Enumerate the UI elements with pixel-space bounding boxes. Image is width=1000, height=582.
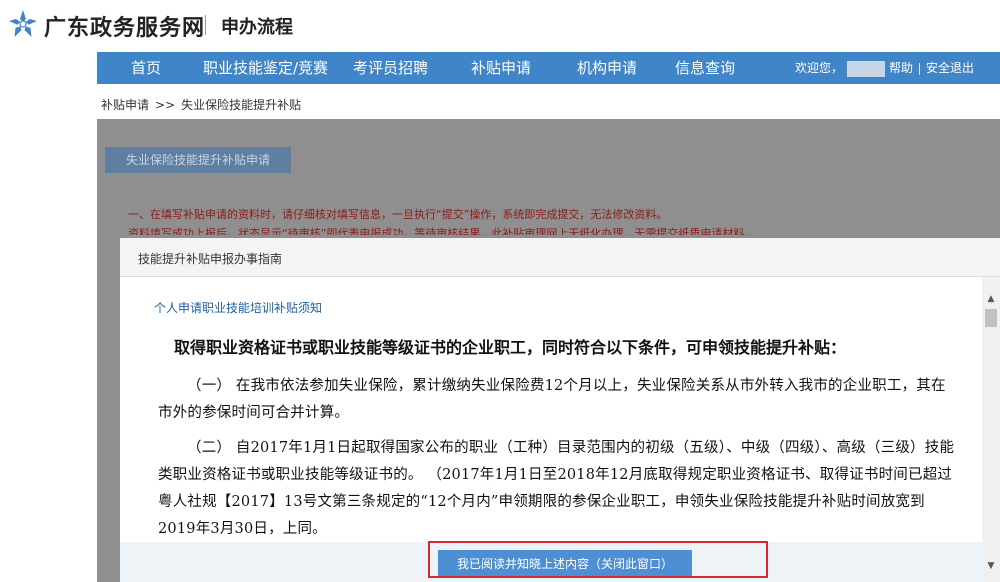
guide-lead-paragraph: 取得职业资格证书或职业技能等级证书的企业职工，同时符合以下条件，可申领技能提升补… — [174, 338, 847, 357]
nav-separator — [919, 62, 921, 75]
dialog-scrollbar[interactable]: ▲ ▼ — [982, 277, 1000, 582]
page-subtitle: 申办流程 — [221, 17, 293, 38]
breadcrumb-separator: >> — [155, 98, 176, 112]
guide-dialog: 技能提升补贴申报办事指南 个人申请职业技能培训补贴须知 取得职业资格证书或职业技… — [120, 238, 1000, 582]
welcome-text: 欢迎您， — [795, 61, 844, 75]
username-redacted — [847, 60, 886, 77]
guide-condition-2: （二） 自2017年1月1日起取得国家公布的职业（工种）目录范围内的初级（五级）… — [158, 440, 955, 537]
guide-condition-1: （一） 在我市依法参加失业保险，累计缴纳失业保险费12个月以上，失业保险关系从市… — [158, 378, 946, 421]
main-nav: 首页 职业技能鉴定/竞赛 考评员招聘 补贴申请 机构申请 信息查询 欢迎您， 帮助… — [97, 52, 1000, 84]
nav-item-skill-appraisal[interactable]: 职业技能鉴定/竞赛 — [203, 52, 328, 84]
nav-item-subsidy-apply[interactable]: 补贴申请 — [471, 52, 531, 84]
dialog-body: 个人申请职业技能培训补贴须知 取得职业资格证书或职业技能等级证书的企业职工，同时… — [120, 277, 982, 542]
breadcrumb-parent[interactable]: 补贴申请 — [101, 98, 149, 112]
site-name[interactable]: 广东政务服务网 — [44, 10, 205, 42]
help-link[interactable]: 帮助 — [889, 61, 913, 75]
scroll-up-arrow-icon[interactable]: ▲ — [982, 291, 1000, 307]
header-divider — [205, 15, 206, 35]
scroll-down-arrow-icon[interactable]: ▼ — [982, 558, 1000, 574]
background-apply-button: 失业保险技能提升补贴申请 — [105, 147, 291, 173]
nav-item-info-query[interactable]: 信息查询 — [675, 52, 735, 84]
header: 广东政务服务网 申办流程 — [0, 0, 1000, 52]
dialog-title: 技能提升补贴申报办事指南 — [138, 252, 283, 266]
guide-document: 取得职业资格证书或职业技能等级证书的企业职工，同时符合以下条件，可申领技能提升补… — [158, 335, 958, 542]
background-notice-1: 一、在填写补贴申请的资料时，请仔细核对填写信息，一旦执行“提交”操作，系统即完成… — [128, 208, 668, 221]
confirm-read-close-button[interactable]: 我已阅读并知晓上述内容（关闭此窗口） — [438, 550, 692, 578]
star-flower-icon — [9, 10, 37, 37]
user-area: 欢迎您， 帮助 安全退出 — [795, 52, 974, 84]
breadcrumb: 补贴申请 >> 失业保险技能提升补贴 — [101, 96, 307, 113]
logout-link[interactable]: 安全退出 — [926, 61, 974, 75]
breadcrumb-current: 失业保险技能提升补贴 — [181, 98, 302, 112]
dialog-titlebar: 技能提升补贴申报办事指南 — [120, 238, 1000, 277]
section-heading: 个人申请职业技能培训补贴须知 — [154, 301, 323, 315]
nav-item-home[interactable]: 首页 — [131, 52, 161, 84]
nav-item-examiner-recruit[interactable]: 考评员招聘 — [353, 52, 428, 84]
background-notice-2: 资料填写成功上报后，状态显示“待审核”即代表申报成功，等待审核结果。此补贴审理网… — [128, 227, 756, 235]
dialog-footer: 我已阅读并知晓上述内容（关闭此窗口） — [120, 542, 982, 582]
scroll-thumb[interactable] — [985, 309, 997, 327]
nav-item-institution-apply[interactable]: 机构申请 — [577, 52, 637, 84]
